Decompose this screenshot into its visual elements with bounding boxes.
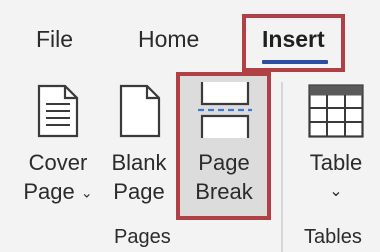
page-break-label-line2: Break	[195, 179, 253, 204]
tab-file[interactable]: File	[36, 26, 73, 53]
group-label-pages: Pages	[114, 226, 171, 248]
tab-home[interactable]: Home	[138, 26, 199, 53]
page-break-icon	[198, 82, 252, 138]
group-label-tables: Tables	[304, 226, 362, 248]
insert-tab-highlight-box	[242, 14, 345, 72]
table-label-line1: Table	[309, 150, 363, 175]
table-grid-icon	[308, 84, 364, 138]
cover-page-label-line2: Page	[23, 179, 75, 204]
insert-ribbon: File Home Insert Cover Page ⌄ Blank Page…	[0, 0, 380, 252]
blank-page-label: Blank Page	[104, 148, 174, 206]
page-break-label-line1: Page	[198, 150, 250, 175]
chevron-down-icon: ⌄	[80, 184, 93, 201]
cover-page-icon	[37, 84, 79, 138]
group-divider	[281, 82, 283, 252]
table-label: Table ⌄	[300, 148, 372, 206]
blank-page-label-line2: Page	[113, 179, 165, 204]
blank-page-icon	[119, 84, 161, 138]
cover-page-label-line1: Cover	[28, 150, 88, 175]
page-break-label: Page Break	[186, 148, 262, 206]
chevron-down-icon: ⌄	[329, 183, 343, 200]
blank-page-label-line1: Blank	[111, 150, 167, 175]
cover-page-label: Cover Page ⌄	[20, 148, 96, 208]
